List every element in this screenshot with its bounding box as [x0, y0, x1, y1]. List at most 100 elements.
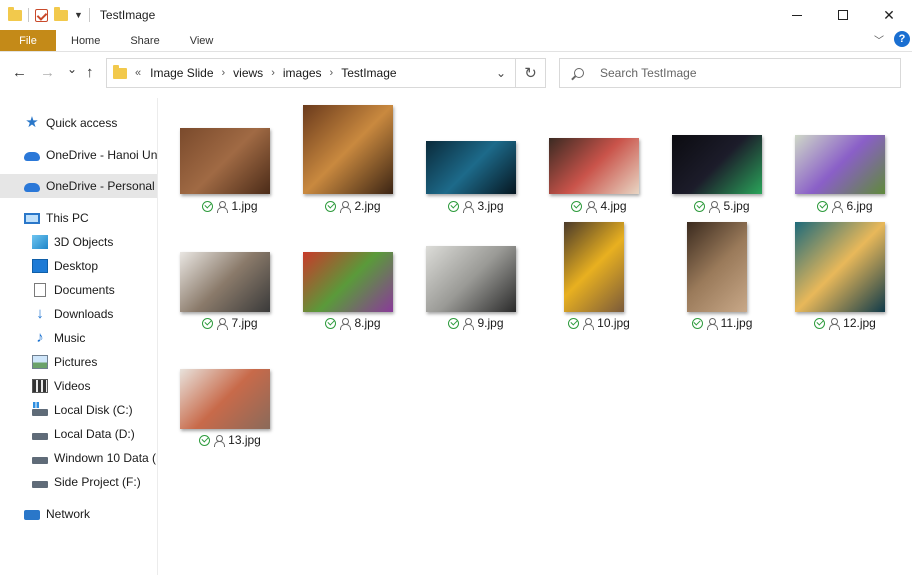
thumbnail-image[interactable]	[564, 222, 624, 312]
new-folder-icon[interactable]	[54, 6, 68, 21]
title-bar: ▼ TestImage ✕	[0, 0, 912, 30]
close-button[interactable]: ✕	[866, 0, 912, 30]
thumbnail-image[interactable]	[303, 252, 393, 312]
breadcrumb-item[interactable]: views	[233, 66, 263, 80]
sidebar-item-music[interactable]: ♪ Music	[0, 326, 157, 350]
sidebar-item-windown-10-data-e[interactable]: Windown 10 Data (E	[0, 446, 157, 470]
breadcrumb-separator-icon[interactable]: ›	[330, 67, 334, 79]
sidebar-item-label: Music	[54, 331, 86, 345]
sidebar-item-local-data-d[interactable]: Local Data (D:)	[0, 422, 157, 446]
star-icon: ★	[25, 114, 39, 131]
window-controls: ✕	[774, 0, 912, 30]
thumbnail-image[interactable]	[426, 246, 516, 312]
sidebar-item-label: Side Project (F:)	[54, 475, 141, 489]
thumbnail-image[interactable]	[180, 128, 270, 194]
sidebar-item-label: 3D Objects	[54, 235, 114, 249]
file-name: 1.jpg	[231, 199, 258, 213]
thumbnail-image[interactable]	[180, 252, 270, 312]
sidebar-item-documents[interactable]: Documents	[0, 278, 157, 302]
quick-access-toolbar: ▼	[0, 6, 90, 22]
tab-share[interactable]: Share	[115, 30, 174, 51]
sidebar-item-downloads[interactable]: ↓ Downloads	[0, 302, 157, 326]
sidebar-item-side-project-f[interactable]: Side Project (F:)	[0, 470, 157, 494]
file-caption: 2.jpg	[298, 199, 408, 213]
help-icon[interactable]: ?	[894, 31, 910, 47]
minimize-button[interactable]	[774, 0, 820, 30]
forward-button[interactable]: →	[40, 64, 55, 81]
navigation-pane: ★ Quick access OneDrive - Hanoi Un OneDr…	[0, 98, 158, 575]
file-caption: 12.jpg	[790, 316, 900, 330]
download-icon: ↓	[36, 305, 44, 322]
tab-file[interactable]: File	[0, 30, 56, 51]
synced-icon	[814, 317, 826, 329]
video-icon	[32, 379, 48, 393]
file-caption: 3.jpg	[421, 199, 531, 213]
sidebar-item-label: Local Disk (C:)	[54, 403, 133, 417]
sidebar-item-onedrive-hanoi[interactable]: OneDrive - Hanoi Un	[0, 143, 157, 167]
sidebar-item-pictures[interactable]: Pictures	[0, 350, 157, 374]
cloud-icon	[24, 152, 40, 161]
folder-icon[interactable]	[8, 6, 22, 21]
sidebar-item-this-pc[interactable]: This PC	[0, 206, 157, 230]
customize-toolbar-chevron-icon[interactable]: ▼	[74, 10, 83, 20]
sidebar-item-network[interactable]: Network	[0, 502, 157, 526]
sidebar-item-videos[interactable]: Videos	[0, 374, 157, 398]
person-icon	[340, 200, 352, 213]
document-icon	[34, 283, 46, 297]
person-icon	[706, 317, 718, 330]
person-icon	[214, 434, 226, 447]
synced-icon	[448, 317, 460, 329]
sidebar-item-label: Videos	[54, 379, 91, 393]
sidebar-item-onedrive-personal[interactable]: OneDrive - Personal	[0, 174, 157, 198]
synced-icon	[325, 200, 337, 212]
sidebar-item-label: Documents	[54, 283, 115, 297]
sidebar-item-3d-objects[interactable]: 3D Objects	[0, 230, 157, 254]
breadcrumb-overflow-icon[interactable]: «	[135, 67, 141, 79]
sidebar-item-label: Downloads	[54, 307, 114, 321]
thumbnail-image[interactable]	[795, 135, 885, 194]
breadcrumb-item[interactable]: TestImage	[341, 66, 396, 80]
back-button[interactable]: ←	[12, 64, 27, 81]
thumbnail-image[interactable]	[795, 222, 885, 312]
synced-icon	[817, 200, 829, 212]
breadcrumb-separator-icon[interactable]: ›	[271, 67, 275, 79]
sidebar-item-local-disk-c[interactable]: Local Disk (C:)	[0, 398, 157, 422]
thumbnail-image[interactable]	[426, 141, 516, 194]
breadcrumb-item[interactable]: Image Slide	[150, 66, 213, 80]
sidebar-item-quick-access[interactable]: ★ Quick access	[0, 111, 157, 135]
file-name: 4.jpg	[600, 199, 627, 213]
file-name: 8.jpg	[354, 316, 381, 330]
breadcrumb-item[interactable]: images	[283, 66, 322, 80]
expand-ribbon-chevron-icon[interactable]: ﹀	[874, 32, 884, 47]
up-button[interactable]: ↑	[86, 64, 94, 81]
person-icon	[463, 317, 475, 330]
file-list: 1.jpg 2.jpg 3.jpg 4.jpg 5.jpg 6.jpg 7.jp…	[159, 98, 912, 575]
maximize-button[interactable]	[820, 0, 866, 30]
file-name: 9.jpg	[477, 316, 504, 330]
search-placeholder: Search TestImage	[600, 66, 697, 80]
person-icon	[586, 200, 598, 213]
file-caption: 4.jpg	[544, 199, 654, 213]
search-icon	[574, 68, 584, 78]
synced-icon	[571, 200, 583, 212]
address-dropdown-chevron-icon[interactable]: ⌄	[496, 66, 506, 80]
file-caption: 7.jpg	[175, 316, 285, 330]
tab-home[interactable]: Home	[56, 30, 115, 51]
recent-locations-chevron-icon[interactable]: ⌄	[67, 62, 77, 76]
thumbnail-image[interactable]	[303, 105, 393, 194]
thumbnail-image[interactable]	[180, 369, 270, 429]
address-bar[interactable]: « Image Slide › views › images › TestIma…	[106, 58, 516, 88]
properties-icon[interactable]	[35, 8, 48, 22]
thumbnail-image[interactable]	[687, 222, 747, 312]
search-input[interactable]: Search TestImage	[559, 58, 901, 88]
tab-view[interactable]: View	[175, 30, 229, 51]
thumbnail-image[interactable]	[672, 135, 762, 194]
file-caption: 1.jpg	[175, 199, 285, 213]
sidebar-item-desktop[interactable]: Desktop	[0, 254, 157, 278]
thumbnail-image[interactable]	[549, 138, 639, 194]
sidebar-item-label: Network	[46, 507, 91, 521]
breadcrumb-separator-icon[interactable]: ›	[222, 67, 226, 79]
person-icon	[583, 317, 595, 330]
file-caption: 8.jpg	[298, 316, 408, 330]
refresh-button[interactable]: ↻	[516, 58, 546, 88]
